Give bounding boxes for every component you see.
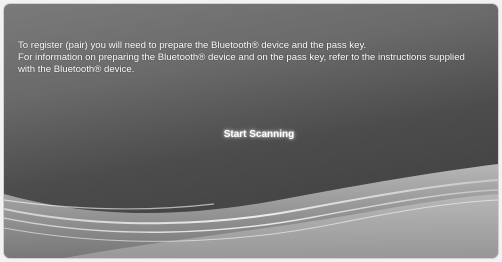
instruction-line-3: with the Bluetooth® device. [18, 64, 135, 75]
pairing-instructions: To register (pair) you will need to prep… [18, 40, 490, 76]
pairing-screen: To register (pair) you will need to prep… [4, 4, 498, 258]
instruction-line-2: For information on preparing the Bluetoo… [18, 52, 465, 63]
start-scanning-button[interactable]: Start Scanning [204, 125, 314, 143]
instruction-line-1: To register (pair) you will need to prep… [18, 40, 367, 51]
